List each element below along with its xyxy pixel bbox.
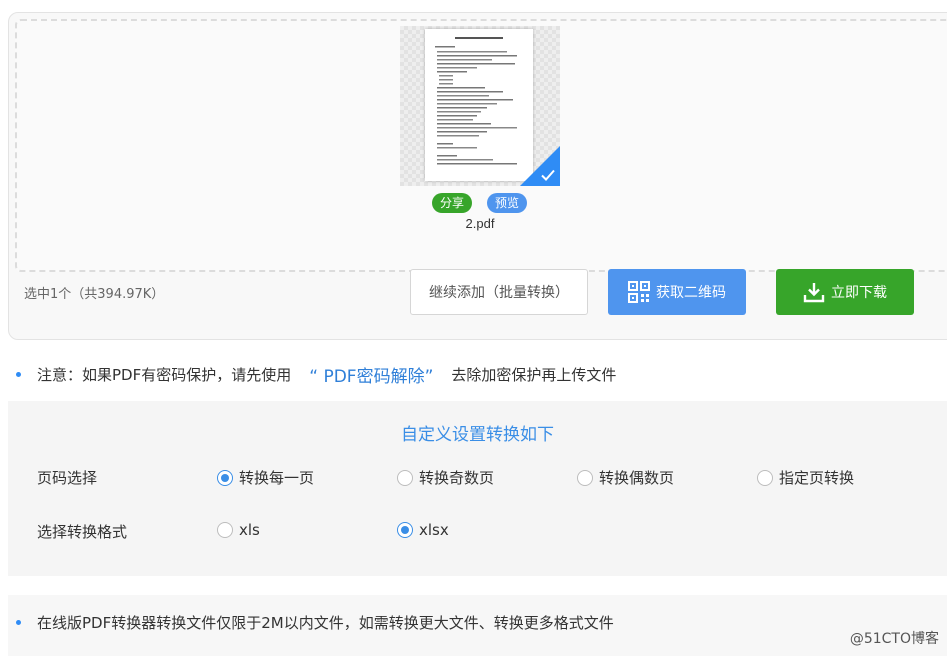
radio-label: 指定页转换 (779, 469, 855, 487)
get-qr-code-label: 获取二维码 (656, 285, 726, 301)
radio-convert-even-pages[interactable]: 转换偶数页 (577, 467, 674, 488)
continue-add-button[interactable]: 继续添加（批量转换） (410, 269, 588, 315)
settings-title: 自定义设置转换如下 (401, 425, 554, 445)
selection-summary: 选中1个（共394.97K） (24, 287, 165, 302)
page-selection-label: 页码选择 (37, 469, 98, 487)
radio-convert-every-page[interactable]: 转换每一页 (217, 467, 314, 488)
radio-unchecked-icon (217, 522, 233, 538)
notice-suffix: 去除加密保护再上传文件 (451, 366, 617, 384)
radio-convert-odd-pages[interactable]: 转换奇数页 (397, 467, 494, 488)
preview-button[interactable]: 预览 (487, 193, 528, 213)
radio-checked-icon (397, 522, 413, 538)
radio-label: 转换奇数页 (419, 469, 495, 487)
file-thumbnail[interactable] (400, 26, 560, 186)
radio-format-xlsx[interactable]: xlsx (397, 521, 449, 539)
bullet-icon (16, 372, 21, 377)
radio-label: xlsx (419, 521, 449, 539)
radio-checked-icon (217, 469, 233, 486)
qr-code-icon (628, 281, 650, 303)
share-button[interactable]: 分享 (432, 193, 473, 213)
file-name: 2.pdf (465, 216, 495, 231)
file-size-notice: 在线版PDF转换器转换文件仅限于2M以内文件，如需转换更大文件、转换更多格式文件 (16, 612, 614, 633)
download-now-label: 立即下载 (831, 285, 887, 301)
watermark: @51CTO博客 (849, 631, 939, 647)
radio-label: xls (239, 521, 260, 539)
radio-specify-pages[interactable]: 指定页转换 (757, 467, 854, 488)
pdf-page-preview (425, 29, 533, 181)
conversion-settings-panel: 自定义设置转换如下 页码选择 转换每一页 转换奇数页 转换偶数页 指定页转换 选… (8, 401, 947, 576)
radio-unchecked-icon (577, 469, 593, 486)
radio-unchecked-icon (757, 469, 773, 486)
radio-format-xls[interactable]: xls (217, 521, 260, 539)
file-size-notice-text: 在线版PDF转换器转换文件仅限于2M以内文件，如需转换更大文件、转换更多格式文件 (37, 614, 614, 632)
radio-label: 转换每一页 (239, 469, 315, 487)
download-icon (803, 283, 825, 303)
continue-add-label: 继续添加（批量转换） (429, 285, 569, 301)
format-selection-label: 选择转换格式 (37, 523, 128, 541)
checkmark-icon (541, 169, 555, 181)
download-now-button[interactable]: 立即下载 (776, 269, 914, 315)
radio-label: 转换偶数页 (599, 469, 675, 487)
get-qr-code-button[interactable]: 获取二维码 (608, 269, 746, 315)
notice-prefix: 注意：如果PDF有密码保护，请先使用 (37, 366, 292, 384)
password-notice: 注意：如果PDF有密码保护，请先使用 “ PDF密码解除” 去除加密保护再上传文… (16, 362, 616, 387)
bullet-icon (16, 620, 21, 625)
radio-unchecked-icon (397, 469, 413, 486)
pdf-unlock-link[interactable]: “ PDF密码解除” (309, 362, 433, 387)
